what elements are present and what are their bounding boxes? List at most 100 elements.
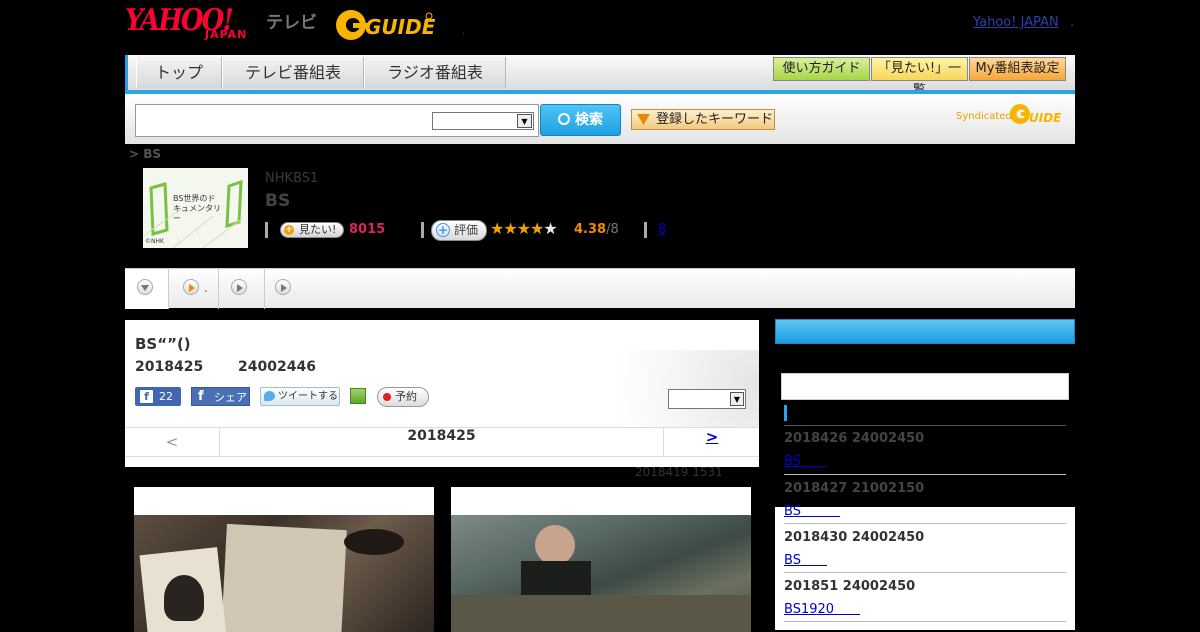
syndicated-label: Syndicated <box>956 111 1012 122</box>
google-calendar-icon[interactable] <box>350 388 366 404</box>
review-count-link[interactable]: 8 <box>658 222 666 237</box>
episode-date: 2018425 <box>135 359 204 375</box>
subtab-4[interactable] <box>265 269 305 309</box>
subtab-3[interactable] <box>219 269 265 309</box>
sidebar-field <box>781 373 1069 400</box>
gguide-mini-icon: UIDE <box>1010 104 1062 125</box>
ground-shape <box>451 595 751 632</box>
program-title: BS <box>265 191 291 211</box>
rating-stars: ★★★★★ <box>490 219 558 238</box>
schedule-link[interactable]: BS <box>784 450 827 469</box>
play-icon <box>231 279 247 295</box>
episode-photo-2 <box>451 515 751 632</box>
episode-photo-1 <box>134 515 434 632</box>
thumbnail-title: BS世界のドキュメンタリー <box>173 194 221 223</box>
schedule-item: 201851 24002450 BS1920 <box>784 572 1066 621</box>
saved-keywords-label: 登録したキーワード <box>656 112 774 127</box>
sidebar-section-marker <box>784 405 787 421</box>
episode-title: BS“”() <box>135 335 191 353</box>
reserve-button[interactable]: 予約 <box>377 387 429 407</box>
reserve-label: 予約 <box>395 390 417 403</box>
chevron-down-icon: ▼ <box>517 114 532 128</box>
divider <box>421 222 424 238</box>
schedule-datetime: 2018430 24002450 <box>784 530 925 545</box>
schedule-link[interactable]: BS <box>784 549 827 568</box>
yahoo-japan-link[interactable]: Yahoo! JAPAN <box>973 15 1059 30</box>
rating-score: 4.38/8 <box>574 222 619 237</box>
schedule-link[interactable]: BS <box>784 500 840 519</box>
header-link-dot: . <box>1070 15 1075 30</box>
want-to-watch-label: 見たい! <box>299 223 337 236</box>
program-subtabs: . <box>125 268 1075 309</box>
facebook-like-button[interactable]: f 22 <box>135 387 181 406</box>
tab-tv-guide[interactable]: テレビ番組表 <box>222 57 364 88</box>
star-icon: ★ <box>490 219 504 238</box>
schedule-item: 2018430 24002450 BS <box>784 523 1066 572</box>
divider <box>644 222 647 238</box>
ashtray-shape <box>344 529 404 555</box>
tab-radio-guide[interactable]: ラジオ番組表 <box>364 57 506 88</box>
portrait-shape <box>164 575 204 621</box>
rating-denominator: /8 <box>606 222 619 237</box>
facebook-share-label: シェア <box>214 391 247 404</box>
saved-keywords-button[interactable]: 登録したキーワード <box>631 109 775 130</box>
want-to-watch-count: 8015 <box>349 222 386 237</box>
thumbnail-credit: ©NHK <box>145 238 164 245</box>
episode-time: 24002446 <box>238 359 316 375</box>
yahoo-logo-japan: JAPAN <box>205 28 248 41</box>
rate-button[interactable]: + 評価 <box>431 220 487 241</box>
updated-timestamp: 2018419 1531 <box>635 465 723 479</box>
star-icon: ★ <box>530 219 544 238</box>
schedule-item: 2018427 21002150 BS <box>784 474 1066 523</box>
down-arrow-icon <box>137 279 153 295</box>
schedule-datetime: 201851 24002450 <box>784 579 916 594</box>
divider <box>784 621 1066 622</box>
plus-icon: + <box>436 223 450 237</box>
svg-text:GUIDE: GUIDE <box>365 15 435 39</box>
tweet-button[interactable]: ツイートする <box>260 387 340 406</box>
divider <box>265 222 268 238</box>
my-guide-settings-button[interactable]: My番組表設定 <box>969 57 1066 81</box>
program-thumbnail[interactable]: BS世界のドキュメンタリー ©NHK <box>142 168 248 249</box>
star-icon: ★ <box>503 219 517 238</box>
episode-select[interactable]: ▼ <box>668 389 746 409</box>
current-date: 2018425 <box>220 428 664 456</box>
facebook-share-button[interactable]: f シェア <box>191 387 250 406</box>
play-icon <box>275 279 291 295</box>
schedule-datetime: 2018426 24002450 <box>784 431 925 446</box>
plus-icon: + <box>284 225 294 235</box>
search-category-select[interactable]: ▼ <box>432 112 534 130</box>
date-pager: < 2018425 > <box>125 427 759 457</box>
usage-guide-button[interactable]: 使い方ガイド <box>773 57 870 81</box>
facebook-like-count: 22 <box>159 390 173 403</box>
subtab-2[interactable]: . <box>169 269 219 309</box>
image-card-2[interactable] <box>451 487 751 632</box>
play-icon <box>183 279 199 295</box>
watchlist-button[interactable]: 「見たい!」一覧 <box>871 57 968 98</box>
subtab-1[interactable] <box>125 269 169 309</box>
next-date-link[interactable]: > <box>665 428 759 456</box>
prev-date-button[interactable]: < <box>125 428 220 456</box>
gguide-logo[interactable]: GUIDE <box>335 8 435 42</box>
search-button[interactable]: 検索 <box>540 104 621 136</box>
tab-top[interactable]: トップ <box>136 57 222 88</box>
tv-label: テレビ <box>266 13 317 33</box>
schedule-datetime: 2018427 21002150 <box>784 481 925 496</box>
star-icon: ★ <box>516 219 531 238</box>
facebook-icon: f <box>140 390 153 403</box>
facebook-icon: f <box>198 389 204 404</box>
subtab-2-suffix: . <box>204 281 208 295</box>
rate-label: 評価 <box>454 223 479 237</box>
rating-value: 4.38 <box>574 222 607 237</box>
syndicated-gguide-logo: Syndicated UIDE <box>956 102 1068 126</box>
image-card-1[interactable] <box>134 487 434 632</box>
tweet-label: ツイートする <box>278 391 338 402</box>
face-shape <box>535 525 575 565</box>
schedule-link[interactable]: BS1920 <box>784 598 860 617</box>
want-to-watch-button[interactable]: + 見たい! <box>280 222 344 238</box>
triangle-down-icon <box>637 114 650 125</box>
global-nav: トップ テレビ番組表 ラジオ番組表 使い方ガイド 「見たい!」一覧 My番組表設… <box>125 55 1075 98</box>
breadcrumb[interactable]: > BS <box>129 147 161 161</box>
twitter-bird-icon <box>264 391 275 401</box>
channel-name: NHKBS1 <box>265 171 319 186</box>
